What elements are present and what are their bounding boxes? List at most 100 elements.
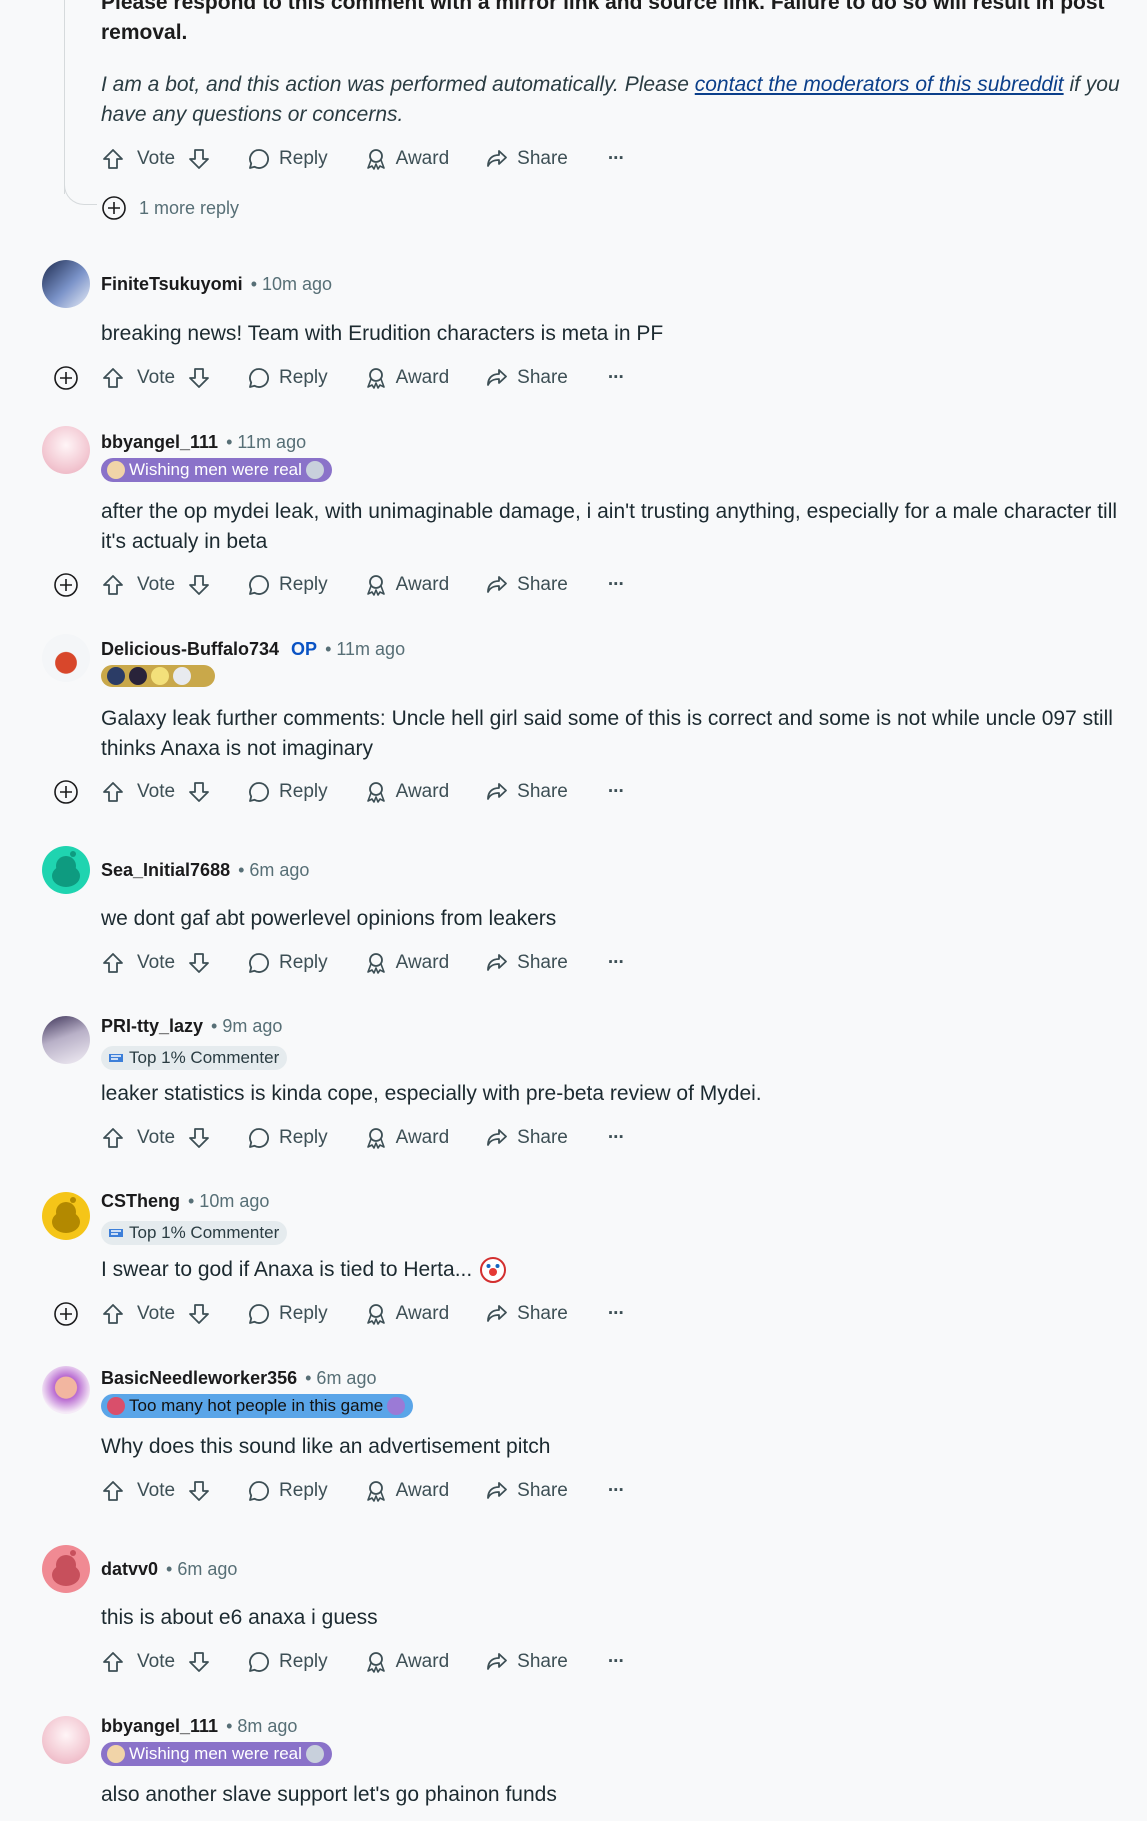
share-icon (487, 1653, 508, 1670)
reply-button[interactable]: Reply (247, 1646, 328, 1678)
username[interactable]: BasicNeedleworker356 (101, 1368, 297, 1389)
username[interactable]: PRI-tty_lazy (101, 1016, 203, 1037)
more-options-button[interactable]: ··· (608, 362, 625, 394)
reply-button[interactable]: Reply (247, 143, 328, 175)
contact-moderators-link[interactable]: contact the moderators of this subreddit (695, 73, 1064, 96)
share-button[interactable]: Share (485, 362, 568, 394)
avatar[interactable] (42, 1545, 90, 1593)
comment-body: also another slave support let's go phai… (101, 1783, 557, 1806)
more-options-button[interactable]: ··· (608, 947, 625, 979)
award-button[interactable]: Award (364, 947, 449, 979)
award-button[interactable]: Award (364, 1298, 449, 1330)
award-button[interactable]: Award (364, 362, 449, 394)
more-options-button[interactable]: ··· (608, 1475, 625, 1507)
expand-plus-icon[interactable] (53, 572, 79, 598)
award-icon (366, 575, 385, 596)
share-button[interactable]: Share (485, 1122, 568, 1154)
avatar[interactable] (42, 426, 90, 474)
more-options-button[interactable]: ··· (608, 569, 625, 601)
expand-plus-icon[interactable] (53, 779, 79, 805)
share-button[interactable]: Share (485, 569, 568, 601)
action-bar: Vote Reply Award Share ··· (101, 776, 625, 808)
snoo-avatar-icon (52, 851, 80, 887)
award-button[interactable]: Award (364, 569, 449, 601)
username[interactable]: FiniteTsukuyomi (101, 274, 243, 295)
ellipsis-icon: ··· (607, 1651, 625, 1672)
award-button[interactable]: Award (364, 143, 449, 175)
share-button[interactable]: Share (485, 1298, 568, 1330)
flair-emoji-icon (107, 1745, 125, 1763)
vote-group: Vote (101, 1298, 211, 1330)
downvote-icon[interactable] (187, 1302, 211, 1326)
avatar[interactable] (42, 1366, 90, 1414)
upvote-icon[interactable] (101, 780, 125, 804)
user-flair: Wishing men were real (101, 458, 332, 482)
ellipsis-icon: ··· (607, 1303, 625, 1324)
vote-group: Vote (101, 143, 211, 175)
award-icon (366, 782, 385, 803)
downvote-icon[interactable] (187, 951, 211, 975)
upvote-icon[interactable] (101, 147, 125, 171)
user-flair: Top 1% Commenter (101, 1046, 288, 1070)
chat-bubble-icon (249, 575, 270, 595)
expand-plus-icon[interactable] (53, 365, 79, 391)
share-button[interactable]: Share (485, 1646, 568, 1678)
reply-button[interactable]: Reply (247, 569, 328, 601)
share-button[interactable]: Share (485, 776, 568, 808)
upvote-icon[interactable] (101, 366, 125, 390)
username[interactable]: CSTheng (101, 1191, 180, 1212)
downvote-icon[interactable] (187, 1479, 211, 1503)
award-button[interactable]: Award (364, 1646, 449, 1678)
avatar[interactable] (42, 634, 90, 682)
comment-body: breaking news! Team with Erudition chara… (101, 322, 664, 345)
downvote-icon[interactable] (187, 1126, 211, 1150)
username[interactable]: bbyangel_111 (101, 1716, 218, 1737)
username[interactable]: bbyangel_111 (101, 432, 218, 453)
flair-emoji-icon (129, 667, 147, 685)
share-button[interactable]: Share (485, 143, 568, 175)
avatar[interactable] (42, 1192, 90, 1240)
username[interactable]: Delicious-Buffalo734 (101, 639, 279, 660)
flair-emoji-icon (107, 1397, 125, 1415)
downvote-icon[interactable] (187, 573, 211, 597)
more-options-button[interactable]: ··· (608, 776, 625, 808)
reply-button[interactable]: Reply (247, 1122, 328, 1154)
upvote-icon[interactable] (101, 1479, 125, 1503)
username[interactable]: Sea_Initial7688 (101, 860, 230, 881)
award-button[interactable]: Award (364, 1122, 449, 1154)
more-options-button[interactable]: ··· (608, 143, 625, 175)
avatar[interactable] (42, 260, 90, 308)
upvote-icon[interactable] (101, 1126, 125, 1150)
reply-button[interactable]: Reply (247, 776, 328, 808)
reply-button[interactable]: Reply (247, 1298, 328, 1330)
downvote-icon[interactable] (187, 1650, 211, 1674)
avatar[interactable] (42, 1016, 90, 1064)
downvote-icon[interactable] (187, 780, 211, 804)
more-replies-button[interactable]: 1 more reply (101, 194, 239, 222)
award-button[interactable]: Award (364, 1475, 449, 1507)
username[interactable]: datvv0 (101, 1559, 158, 1580)
upvote-icon[interactable] (101, 1302, 125, 1326)
downvote-icon[interactable] (187, 366, 211, 390)
reply-button[interactable]: Reply (247, 362, 328, 394)
timestamp: • 11m ago (325, 639, 406, 659)
downvote-icon[interactable] (187, 147, 211, 171)
share-icon (487, 576, 508, 593)
more-options-button[interactable]: ··· (607, 1298, 625, 1330)
expand-plus-icon[interactable] (53, 1301, 79, 1327)
more-options-button[interactable]: ··· (608, 1122, 625, 1154)
bot-action-bar: Vote Reply Award Share ··· (101, 143, 625, 175)
upvote-icon[interactable] (101, 573, 125, 597)
avatar[interactable] (42, 846, 90, 894)
share-button[interactable]: Share (485, 1475, 568, 1507)
reply-button[interactable]: Reply (247, 1475, 328, 1507)
upvote-icon[interactable] (101, 951, 125, 975)
share-button[interactable]: Share (485, 947, 568, 979)
timestamp: • 6m ago (166, 1559, 238, 1579)
action-bar: Vote Reply Award Share ··· (101, 1298, 625, 1330)
upvote-icon[interactable] (101, 1650, 125, 1674)
avatar[interactable] (42, 1716, 90, 1764)
award-button[interactable]: Award (364, 776, 449, 808)
more-options-button[interactable]: ··· (607, 1646, 625, 1678)
reply-button[interactable]: Reply (247, 947, 328, 979)
